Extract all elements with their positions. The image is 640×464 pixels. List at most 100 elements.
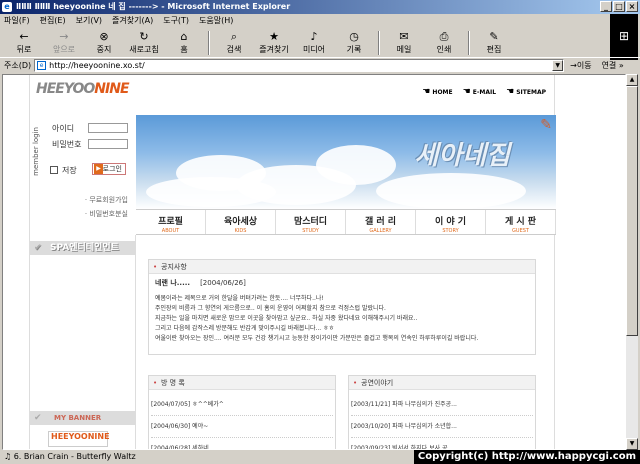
favorites-icon: ★: [269, 30, 279, 43]
left-column: SPA엔터테인먼트 MY BANNER HEEYOONINE: [30, 235, 136, 449]
forgot-password-link[interactable]: · 비밀번호분실: [30, 207, 128, 221]
edit-button[interactable]: ✎ 편집: [474, 29, 514, 57]
toolbar-label: 새로고침: [129, 45, 159, 54]
notice-date: [2004/06/26]: [200, 279, 246, 287]
nav-item-kids[interactable]: 육아세상 KIDS: [206, 210, 276, 234]
nav-item-gallery[interactable]: 갤 러 리 GALLERY: [346, 210, 416, 234]
menu-bar: 파일(F) 편집(E) 보기(V) 즐겨찾기(A) 도구(T) 도움말(H): [0, 14, 640, 28]
back-arrow-button[interactable]: ← 뒤로: [4, 29, 44, 57]
nav-item-guest[interactable]: 게 시 판 GUEST: [486, 210, 556, 234]
nav-label: 육아세상: [223, 217, 258, 227]
history-button[interactable]: ◷ 기록: [334, 29, 374, 57]
address-input[interactable]: e http://heeyoonine.xo.st/ ▼: [34, 59, 565, 72]
nav-label: 게 시 판: [504, 217, 537, 227]
stop-button[interactable]: ⊗ 중지: [84, 29, 124, 57]
minimize-button[interactable]: _: [600, 1, 612, 12]
forward-arrow-icon: →: [59, 30, 69, 43]
links-button[interactable]: 연결 »: [602, 60, 624, 71]
password-input[interactable]: [88, 139, 128, 149]
forward-arrow-button[interactable]: → 앞으로: [44, 29, 84, 57]
menu-view[interactable]: 보기(V): [76, 14, 102, 28]
list-item[interactable]: [2003/09/23] 빅서서 하지다 보사 공: [351, 438, 533, 449]
toolbar-label: 미디어: [302, 45, 326, 54]
pencil-icon: ✎: [540, 117, 552, 133]
print-button[interactable]: ⎙ 인쇄: [424, 29, 464, 57]
scroll-up-icon[interactable]: ▲: [626, 74, 638, 86]
sitemap-link[interactable]: ☚ SITEMAP: [506, 87, 546, 97]
menu-edit[interactable]: 편집(E): [40, 14, 66, 28]
concert-box: 공연이야기 [2003/11/21] 파파 나무심의가 진주공... [2003…: [348, 375, 536, 449]
nav-item-story[interactable]: 이 야 기 STORY: [416, 210, 486, 234]
menu-tools[interactable]: 도구(T): [163, 14, 189, 28]
nav-sublabel: KIDS: [234, 228, 247, 234]
list-item[interactable]: [2004/07/05] ㅎ^^베가^: [151, 394, 333, 416]
go-button[interactable]: →이동: [570, 60, 591, 71]
nav-label: 프로필: [158, 217, 183, 227]
list-item[interactable]: [2004/06/28] 세하네: [151, 438, 333, 449]
mail-icon: ✉: [399, 30, 409, 43]
list-item[interactable]: [2003/11/21] 파파 나무심의가 진주공...: [351, 394, 533, 416]
toolbar-label: 뒤로: [16, 45, 32, 54]
notice-box: 공지사항 네랜 나..... [2004/06/26] 예봄이라는 제목으로 거의…: [148, 259, 536, 355]
nav-item-study[interactable]: 맘스터디 STUDY: [276, 210, 346, 234]
banner-logo[interactable]: HEEYOONINE: [48, 431, 110, 447]
close-button[interactable]: ×: [626, 1, 638, 12]
concert-header[interactable]: 공연이야기: [349, 376, 535, 390]
notice-body: 예봄이라는 제목으로 거의 한달을 버텨가려는 한듯.... 너무하다..나! 주…: [155, 295, 479, 342]
scroll-thumb[interactable]: [626, 86, 638, 336]
signup-link[interactable]: · 무료회원가입: [30, 193, 128, 207]
scroll-down-icon[interactable]: ▼: [626, 438, 638, 450]
menu-favorites[interactable]: 즐겨찾기(A): [112, 14, 153, 28]
history-icon: ◷: [349, 30, 359, 43]
search-icon: ⌕: [230, 30, 238, 43]
nav-sublabel: STUDY: [302, 228, 319, 234]
email-link[interactable]: ☚ E-MAIL: [463, 87, 496, 97]
list-item[interactable]: [2004/06/30] 예야~: [151, 416, 333, 438]
page-viewport: HEEYOONINE ☚ HOME ☚ E-MAIL ☚ SITEMAP mem…: [2, 74, 626, 450]
main-content: 공지사항 네랜 나..... [2004/06/26] 예봄이라는 제목으로 거의…: [136, 235, 556, 449]
vertical-scrollbar[interactable]: ▲ ▼: [626, 74, 638, 450]
page-icon: e: [37, 61, 47, 70]
list-item[interactable]: [2003/10/20] 파파 나무심의가 소년합...: [351, 416, 533, 438]
address-dropdown-icon[interactable]: ▼: [552, 60, 564, 71]
spa-banner[interactable]: SPA엔터테인먼트: [30, 241, 136, 255]
ie-logo-icon: e: [2, 2, 12, 12]
login-button[interactable]: 로그인: [92, 163, 126, 175]
address-bar: 주소(D) e http://heeyoonine.xo.st/ ▼ →이동 연…: [0, 57, 640, 73]
notice-header[interactable]: 공지사항: [149, 260, 535, 274]
sitemap-hand-icon: ☚: [506, 87, 515, 97]
website: HEEYOONINE ☚ HOME ☚ E-MAIL ☚ SITEMAP mem…: [29, 75, 556, 449]
notice-author: 네랜 나.....: [155, 279, 191, 287]
refresh-button[interactable]: ↻ 새로고침: [124, 29, 164, 57]
home-button[interactable]: ⌂ 홈: [164, 29, 204, 57]
maximize-button[interactable]: □: [613, 1, 625, 12]
menu-help[interactable]: 도움말(H): [199, 14, 233, 28]
nav-sublabel: ABOUT: [161, 228, 180, 234]
media-icon: ♪: [310, 30, 318, 43]
home-link[interactable]: ☚ HOME: [422, 87, 452, 97]
guestbook-header[interactable]: 방 명 록: [149, 376, 335, 390]
nav-label: 맘스터디: [293, 217, 328, 227]
main-nav: 프로필 ABOUT 육아세상 KIDS 맘스터디 STUDY 갤 러 리 GALLERY 이 야…: [136, 209, 556, 235]
nav-sublabel: GUEST: [512, 228, 529, 234]
hero-banner: 세아네집 ✎: [136, 115, 556, 209]
guestbook-box: 방 명 록 [2004/07/05] ㅎ^^베가^ [2004/06/30] 예…: [148, 375, 336, 449]
mail-button[interactable]: ✉ 메일: [384, 29, 424, 57]
save-checkbox[interactable]: [50, 166, 58, 174]
address-label: 주소(D): [4, 61, 32, 70]
my-banner-header: MY BANNER: [30, 411, 136, 425]
stop-icon: ⊗: [99, 30, 109, 43]
home-icon: ⌂: [180, 30, 188, 43]
toolbar-label: 앞으로: [52, 45, 76, 54]
media-button[interactable]: ♪ 미디어: [294, 29, 334, 57]
favorites-button[interactable]: ★ 즐겨찾기: [254, 29, 294, 57]
nav-item-about[interactable]: 프로필 ABOUT: [136, 210, 206, 234]
search-button[interactable]: ⌕ 검색: [214, 29, 254, 57]
id-input[interactable]: [88, 123, 128, 133]
password-label: 비밀번호: [52, 140, 82, 149]
window-title: ⅡⅡⅡ ⅡⅡⅡ heeyoonine 네 집 -------> - Micros…: [16, 2, 291, 11]
site-logo[interactable]: HEEYOONINE: [36, 81, 130, 97]
menu-file[interactable]: 파일(F): [4, 14, 30, 28]
id-label: 아이디: [52, 124, 75, 133]
toolbar-label: 메일: [396, 45, 412, 54]
